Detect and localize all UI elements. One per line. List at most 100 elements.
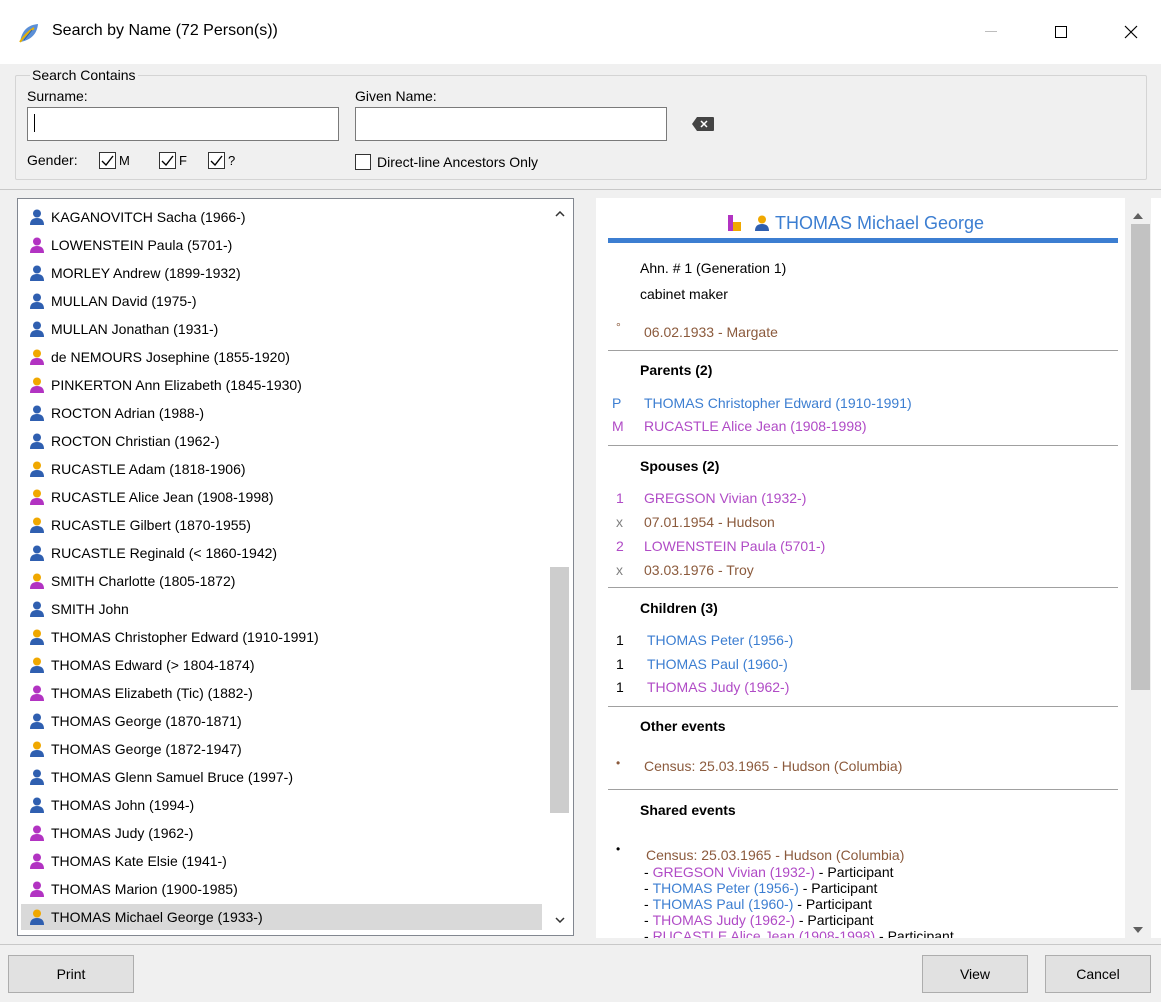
- person-list-item[interactable]: THOMAS Marion (1900-1985): [21, 876, 542, 902]
- person-list-item[interactable]: MULLAN David (1975-): [21, 288, 542, 314]
- participant-link[interactable]: THOMAS Peter (1956-): [653, 880, 799, 896]
- gender-m-checkbox[interactable]: M: [99, 152, 130, 169]
- given-name-input[interactable]: [355, 107, 667, 141]
- person-female-icon: [30, 685, 44, 701]
- spouses-title: Spouses (2): [640, 458, 720, 474]
- participant-row: - THOMAS Paul (1960-) - Participant: [644, 896, 872, 912]
- direct-line-checkbox[interactable]: Direct-line Ancestors Only: [355, 154, 538, 170]
- person-list-item[interactable]: THOMAS John (1994-): [21, 792, 542, 818]
- person-list-item[interactable]: THOMAS Michael George (1933-): [21, 904, 542, 930]
- person-list[interactable]: KAGANOVITCH Sacha (1966-) LOWENSTEIN Paul…: [17, 198, 574, 936]
- maximize-icon: [1055, 26, 1067, 38]
- spouse-link[interactable]: GREGSON Vivian (1932-): [644, 490, 806, 506]
- detail-scrollbar[interactable]: [1125, 198, 1151, 938]
- person-name-label: THOMAS George (1870-1871): [51, 713, 242, 729]
- person-male-icon: [30, 405, 44, 421]
- person-name-label: RUCASTLE Gilbert (1870-1955): [51, 517, 251, 533]
- ancestor-chart-icon[interactable]: [727, 215, 742, 231]
- detail-header: THOMAS Michael George: [596, 208, 1116, 238]
- print-button[interactable]: Print: [8, 955, 134, 993]
- scroll-down-button[interactable]: [546, 909, 573, 931]
- person-name-label: THOMAS Kate Elsie (1941-): [51, 853, 227, 869]
- shared-event[interactable]: Census: 25.03.1965 - Hudson (Columbia): [646, 847, 904, 863]
- person-name-label: THOMAS Elizabeth (Tic) (1882-): [51, 685, 253, 701]
- person-list-item[interactable]: RUCASTLE Adam (1818-1906): [21, 456, 542, 482]
- person-name-label: THOMAS John (1994-): [51, 797, 195, 813]
- gender-unknown-checkbox[interactable]: ?: [208, 152, 235, 169]
- birth-marker: °: [616, 320, 621, 334]
- person-male-ancestor-icon: [30, 909, 44, 925]
- person-list-item[interactable]: THOMAS Kate Elsie (1941-): [21, 848, 542, 874]
- child-link[interactable]: THOMAS Paul (1960-): [647, 656, 788, 672]
- person-list-item[interactable]: RUCASTLE Gilbert (1870-1955): [21, 512, 542, 538]
- person-male-ancestor-icon: [30, 517, 44, 533]
- parent-marker: P: [612, 395, 622, 411]
- close-button[interactable]: [1108, 14, 1154, 50]
- person-list-item[interactable]: ROCTON Christian (1962-): [21, 428, 542, 454]
- person-list-item[interactable]: THOMAS Judy (1962-): [21, 820, 542, 846]
- person-list-item[interactable]: THOMAS Christopher Edward (1910-1991): [21, 624, 542, 650]
- birth-event[interactable]: 06.02.1933 - Margate: [644, 324, 778, 340]
- scroll-up-button[interactable]: [1133, 206, 1143, 222]
- person-list-item[interactable]: THOMAS George (1870-1871): [21, 708, 542, 734]
- scrollbar-thumb[interactable]: [1131, 224, 1150, 690]
- scrollbar-thumb[interactable]: [550, 567, 569, 813]
- surname-input[interactable]: [27, 107, 339, 141]
- parent-mother-link[interactable]: RUCASTLE Alice Jean (1908-1998): [644, 418, 867, 434]
- person-ancestor-icon: [754, 215, 769, 231]
- cancel-button[interactable]: Cancel: [1045, 955, 1151, 993]
- gender-m-label: M: [119, 153, 130, 168]
- gender-f-checkbox[interactable]: F: [159, 152, 187, 169]
- marriage-event[interactable]: 03.03.1976 - Troy: [644, 562, 754, 578]
- person-male-icon: [30, 293, 44, 309]
- person-list-item[interactable]: THOMAS Edward (> 1804-1874): [21, 652, 542, 678]
- person-list-item[interactable]: SMITH John: [21, 596, 542, 622]
- person-list-item[interactable]: RUCASTLE Reginald (< 1860-1942): [21, 540, 542, 566]
- person-list-item[interactable]: ROCTON Adrian (1988-): [21, 400, 542, 426]
- person-list-item[interactable]: THOMAS George (1872-1947): [21, 736, 542, 762]
- child-marker: 1: [616, 679, 624, 695]
- maximize-button[interactable]: [1038, 14, 1084, 50]
- person-name-label: THOMAS Marion (1900-1985): [51, 881, 238, 897]
- person-list-item[interactable]: MULLAN Jonathan (1931-): [21, 316, 542, 342]
- person-list-item[interactable]: THOMAS Glenn Samuel Bruce (1997-): [21, 764, 542, 790]
- marriage-event[interactable]: 07.01.1954 - Hudson: [644, 514, 775, 530]
- checkbox-box[interactable]: [159, 152, 176, 169]
- checkbox-box[interactable]: [99, 152, 116, 169]
- list-scrollbar[interactable]: [546, 199, 573, 935]
- participant-link[interactable]: GREGSON Vivian (1932-): [653, 864, 815, 880]
- checkbox-box[interactable]: [355, 154, 371, 170]
- detail-person-name[interactable]: THOMAS Michael George: [775, 213, 984, 234]
- person-list-item[interactable]: de NEMOURS Josephine (1855-1920): [21, 344, 542, 370]
- children-title: Children (3): [640, 600, 718, 616]
- person-list-item[interactable]: THOMAS Elizabeth (Tic) (1882-): [21, 680, 542, 706]
- other-event[interactable]: Census: 25.03.1965 - Hudson (Columbia): [644, 758, 902, 774]
- person-name-label: SMITH John: [51, 601, 129, 617]
- scroll-up-button[interactable]: [546, 203, 573, 225]
- clear-search-icon[interactable]: [691, 116, 715, 132]
- participant-link[interactable]: THOMAS Judy (1962-): [653, 912, 795, 928]
- person-list-item[interactable]: RUCASTLE Alice Jean (1908-1998): [21, 484, 542, 510]
- person-male-icon: [30, 433, 44, 449]
- person-male-ancestor-icon: [30, 629, 44, 645]
- person-list-item[interactable]: LOWENSTEIN Paula (5701-): [21, 232, 542, 258]
- checkbox-box[interactable]: [208, 152, 225, 169]
- view-button[interactable]: View: [922, 955, 1028, 993]
- event-bullet: •: [616, 842, 621, 856]
- child-link[interactable]: THOMAS Judy (1962-): [647, 679, 789, 695]
- scroll-down-button[interactable]: [1133, 920, 1143, 936]
- minimize-button[interactable]: [968, 14, 1014, 50]
- participant-link[interactable]: RUCASTLE Alice Jean (1908-1998): [653, 928, 876, 938]
- person-list-item[interactable]: MORLEY Andrew (1899-1932): [21, 260, 542, 286]
- parent-father-link[interactable]: THOMAS Christopher Edward (1910-1991): [644, 395, 912, 411]
- person-list-item[interactable]: KAGANOVITCH Sacha (1966-): [21, 204, 542, 230]
- person-list-item[interactable]: PINKERTON Ann Elizabeth (1845-1930): [21, 372, 542, 398]
- child-link[interactable]: THOMAS Peter (1956-): [647, 632, 793, 648]
- person-list-item[interactable]: SMITH Charlotte (1805-1872): [21, 568, 542, 594]
- spouse-link[interactable]: LOWENSTEIN Paula (5701-): [644, 538, 825, 554]
- participant-link[interactable]: THOMAS Paul (1960-): [653, 896, 794, 912]
- marriage-marker: x: [616, 514, 623, 530]
- divider: [608, 706, 1118, 707]
- person-name-label: KAGANOVITCH Sacha (1966-): [51, 209, 246, 225]
- triangle-down-icon: [1133, 927, 1143, 933]
